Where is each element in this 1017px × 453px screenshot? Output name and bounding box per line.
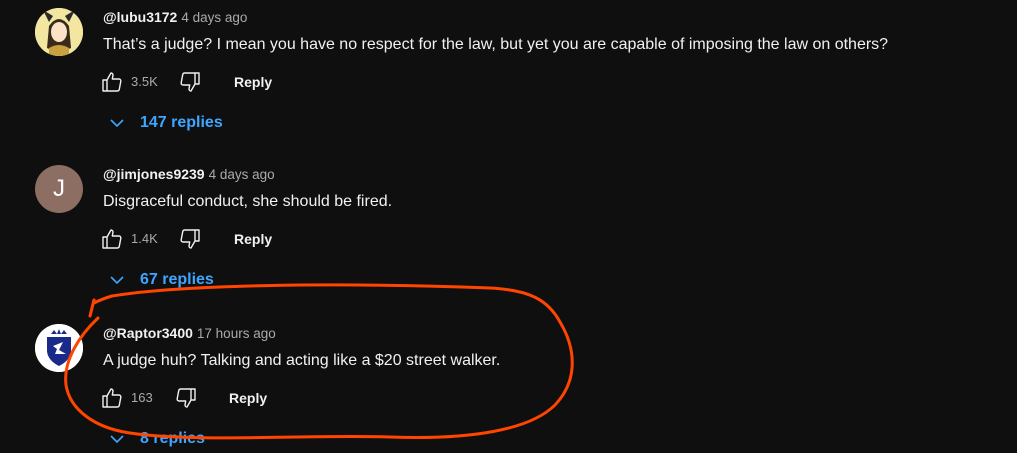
thumbs-up-icon	[102, 72, 122, 92]
reply-button[interactable]: Reply	[234, 231, 272, 247]
comment-time[interactable]: 17 hours ago	[197, 326, 276, 341]
like-count: 3.5K	[131, 74, 158, 89]
anime-character-icon	[35, 8, 83, 56]
replies-count: 8 replies	[140, 430, 205, 447]
thumbs-up-icon	[102, 229, 122, 249]
thumbs-up-icon	[102, 388, 122, 408]
comment-author[interactable]: @Raptor3400	[103, 325, 193, 341]
view-replies-button[interactable]: 8 replies	[108, 427, 205, 451]
reply-button[interactable]: Reply	[229, 390, 267, 406]
comment-thread: J @jimjones9239 4 days ago Disgraceful co…	[0, 165, 1017, 295]
replies-count: 67 replies	[140, 271, 214, 288]
like-button[interactable]	[100, 70, 126, 94]
avatar-letter: J	[53, 175, 65, 202]
comment-time[interactable]: 4 days ago	[209, 167, 275, 182]
view-replies-button[interactable]: 147 replies	[108, 111, 223, 135]
comment-header: @jimjones9239 4 days ago	[103, 165, 275, 184]
view-replies-button[interactable]: 67 replies	[108, 268, 214, 292]
comment-header: @Raptor3400 17 hours ago	[103, 324, 276, 343]
comment-text: Disgraceful conduct, she should be fired…	[103, 193, 393, 210]
chevron-down-icon	[110, 435, 124, 444]
comment-actions: 3.5K Reply	[100, 70, 400, 94]
thumbs-down-icon	[180, 72, 200, 92]
like-button[interactable]	[100, 227, 126, 251]
thumbs-down-icon	[176, 388, 196, 408]
chevron-down-icon	[110, 276, 124, 285]
comment-author[interactable]: @jimjones9239	[103, 166, 205, 182]
avatar[interactable]	[35, 324, 83, 372]
comment-text: That’s a judge? I mean you have no respe…	[103, 36, 889, 53]
comment-header: @lubu3172 4 days ago	[103, 8, 247, 27]
comment-actions: 163 Reply	[100, 386, 400, 410]
avatar[interactable]	[35, 8, 83, 56]
comment-text: A judge huh? Talking and acting like a $…	[103, 352, 501, 369]
like-button[interactable]	[100, 386, 126, 410]
dislike-button[interactable]	[178, 70, 204, 94]
crest-shield-icon	[35, 324, 83, 372]
reply-button[interactable]: Reply	[234, 74, 272, 90]
thumbs-down-icon	[180, 229, 200, 249]
comment-time[interactable]: 4 days ago	[181, 10, 247, 25]
comment-thread: @Raptor3400 17 hours ago A judge huh? Tal…	[0, 324, 1017, 453]
dislike-button[interactable]	[178, 227, 204, 251]
avatar[interactable]: J	[35, 165, 83, 213]
like-count: 163	[131, 390, 153, 405]
like-count: 1.4K	[131, 231, 158, 246]
comment-actions: 1.4K Reply	[100, 227, 400, 251]
comment-thread: @lubu3172 4 days ago That’s a judge? I me…	[0, 8, 1017, 138]
dislike-button[interactable]	[174, 386, 200, 410]
comment-author[interactable]: @lubu3172	[103, 9, 177, 25]
replies-count: 147 replies	[140, 114, 223, 131]
chevron-down-icon	[110, 119, 124, 128]
